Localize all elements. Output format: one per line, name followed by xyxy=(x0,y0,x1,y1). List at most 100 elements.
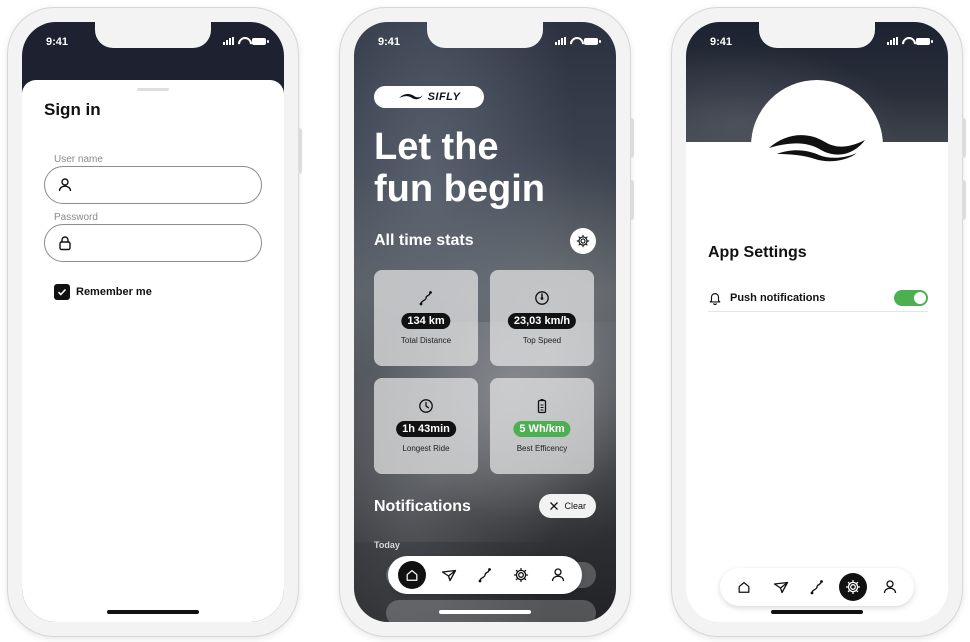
push-notifications-label: Push notifications xyxy=(730,291,826,304)
today-label: Today xyxy=(374,540,400,550)
username-input[interactable] xyxy=(83,175,248,195)
phone-signin: 9:41 Sign in User name Password Remember… xyxy=(8,8,302,636)
hero-heading: Let the fun begin xyxy=(374,126,604,210)
battery-status-icon xyxy=(252,37,269,45)
signin-title: Sign in xyxy=(44,100,101,119)
side-button xyxy=(298,128,302,174)
phone-home: 9:41 SIFLY Let the fun begin All time st… xyxy=(340,8,634,636)
route-icon xyxy=(478,568,491,583)
home-screen: 9:41 SIFLY Let the fun begin All time st… xyxy=(354,22,616,622)
wave-logo-icon xyxy=(398,93,423,100)
tab-rides[interactable] xyxy=(803,573,831,601)
user-icon xyxy=(551,568,564,582)
stat-card-longest-ride[interactable]: 1h 43min Longest Ride xyxy=(374,378,478,474)
gear-icon xyxy=(514,567,529,583)
stat-value: 134 km xyxy=(401,313,451,329)
signin-sheet: Sign in User name Password Remember me xyxy=(22,80,284,622)
tab-send[interactable] xyxy=(435,561,463,589)
signin-screen: 9:41 Sign in User name Password Remember… xyxy=(22,22,284,622)
password-field[interactable] xyxy=(44,224,262,262)
clock-icon xyxy=(419,399,433,413)
status-time: 9:41 xyxy=(378,36,401,48)
side-button xyxy=(630,118,634,158)
username-label: User name xyxy=(54,154,103,165)
remember-me-label: Remember me xyxy=(76,286,152,298)
username-field[interactable] xyxy=(44,166,262,204)
stat-value: 5 Wh/km xyxy=(513,421,571,437)
user-icon xyxy=(58,178,72,192)
gear-icon xyxy=(846,579,861,595)
home-indicator xyxy=(107,610,199,614)
stat-value: 1h 43min xyxy=(396,421,456,437)
tab-profile[interactable] xyxy=(544,561,572,589)
signal-icon xyxy=(555,37,566,45)
hero-line-2: fun begin xyxy=(374,168,545,210)
tab-home[interactable] xyxy=(398,561,427,589)
route-icon xyxy=(810,580,823,595)
tab-settings[interactable] xyxy=(507,561,535,589)
signal-icon xyxy=(223,37,234,45)
stat-label: Longest Ride xyxy=(402,444,450,453)
notch xyxy=(95,22,211,48)
stat-label: Best Efficency xyxy=(516,444,568,453)
speedometer-icon xyxy=(535,291,549,305)
status-icons xyxy=(887,37,933,45)
settings-screen: 9:41 App Settings Push notifications xyxy=(686,22,948,622)
settings-title: App Settings xyxy=(708,244,807,261)
home-icon xyxy=(406,570,418,581)
status-time: 9:41 xyxy=(710,36,733,48)
notch xyxy=(759,22,875,48)
stats-settings-button[interactable] xyxy=(570,228,596,254)
side-button xyxy=(962,118,966,158)
tab-send[interactable] xyxy=(767,573,795,601)
push-notifications-row[interactable]: Push notifications xyxy=(708,284,928,312)
battery-status-icon xyxy=(584,37,601,45)
stat-label: Top Speed xyxy=(522,336,562,345)
remember-me-checkbox[interactable]: Remember me xyxy=(54,284,152,300)
home-indicator xyxy=(439,610,531,614)
wave-logo-icon xyxy=(769,135,865,162)
stat-card-distance[interactable]: 134 km Total Distance xyxy=(374,270,478,366)
stat-card-speed[interactable]: 23,03 km/h Top Speed xyxy=(490,270,594,366)
tab-home[interactable] xyxy=(730,573,758,601)
brand-name: SIFLY xyxy=(427,91,461,103)
notch xyxy=(427,22,543,48)
stat-value: 23,03 km/h xyxy=(507,313,577,329)
battery-icon xyxy=(537,399,547,414)
checkbox-checked-icon[interactable] xyxy=(54,284,70,300)
push-notifications-toggle[interactable] xyxy=(894,289,928,306)
close-icon xyxy=(550,502,559,510)
send-icon xyxy=(441,569,456,582)
brand-avatar xyxy=(751,80,883,212)
password-input[interactable] xyxy=(83,233,248,253)
wifi-icon xyxy=(238,37,248,45)
side-button xyxy=(962,180,966,220)
status-time: 9:41 xyxy=(46,36,69,48)
bell-icon xyxy=(709,292,721,305)
lock-icon xyxy=(59,236,71,251)
tab-rides[interactable] xyxy=(471,561,499,589)
hero-line-1: Let the xyxy=(374,126,499,168)
tab-bar xyxy=(720,568,914,606)
clear-label: Clear xyxy=(564,501,586,511)
user-icon xyxy=(883,580,896,594)
gear-icon xyxy=(576,234,590,248)
tab-settings[interactable] xyxy=(839,573,868,601)
tab-profile[interactable] xyxy=(876,573,904,601)
stage: 9:41 Sign in User name Password Remember… xyxy=(0,0,970,642)
wifi-icon xyxy=(902,37,912,45)
stat-card-efficiency[interactable]: 5 Wh/km Best Efficency xyxy=(490,378,594,474)
home-indicator xyxy=(771,610,863,614)
side-button xyxy=(630,180,634,220)
route-icon xyxy=(419,291,432,306)
battery-status-icon xyxy=(916,37,933,45)
brand-logo: SIFLY xyxy=(374,86,484,108)
status-icons xyxy=(223,37,269,45)
sheet-grabber[interactable] xyxy=(137,88,169,91)
clear-button[interactable]: Clear xyxy=(539,494,596,518)
password-label: Password xyxy=(54,212,98,223)
status-icons xyxy=(555,37,601,45)
notifications-title: Notifications xyxy=(374,498,471,515)
stats-title: All time stats xyxy=(374,232,474,249)
wifi-icon xyxy=(570,37,580,45)
